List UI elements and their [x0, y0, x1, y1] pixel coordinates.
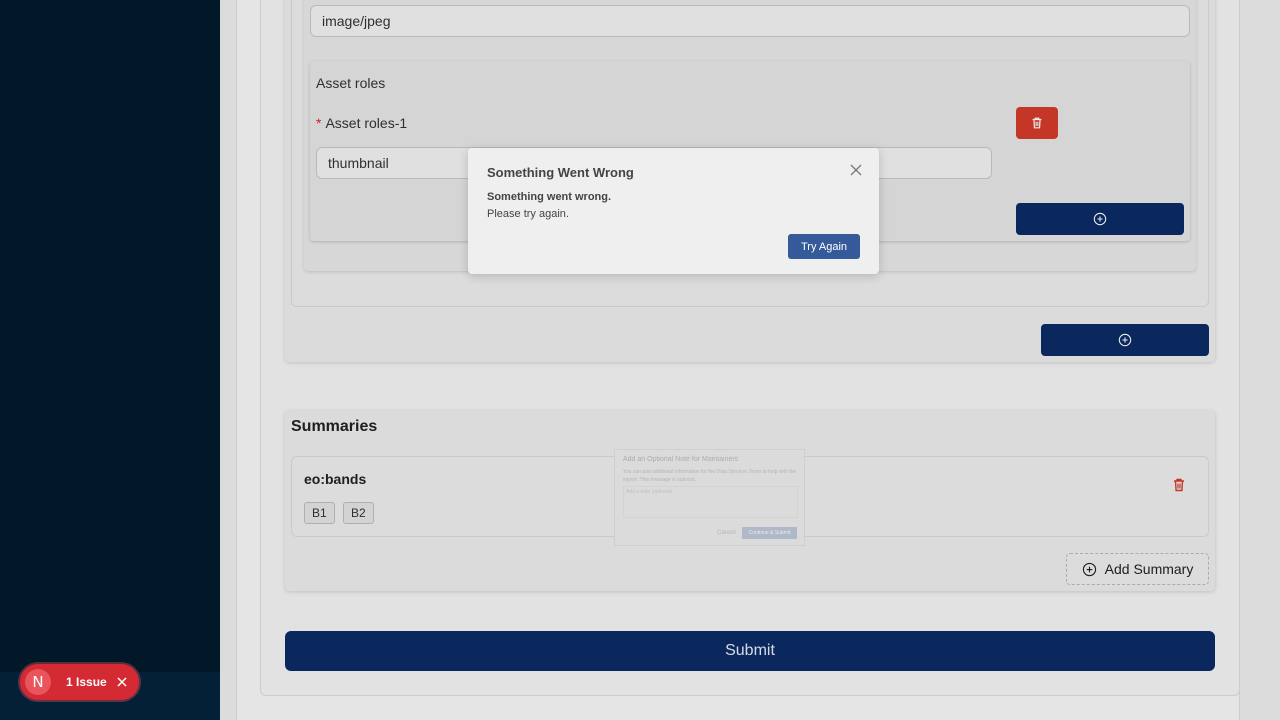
modal-overlay: [0, 0, 1280, 720]
try-again-button[interactable]: Try Again: [788, 234, 860, 259]
error-dialog: Something Went Wrong Something went wron…: [468, 148, 879, 274]
error-dialog-title: Something Went Wrong: [487, 165, 634, 180]
nextjs-logo-icon: N: [25, 669, 51, 695]
error-message-bold: Something went wrong.: [487, 191, 612, 203]
error-message: Please try again.: [487, 208, 569, 220]
close-icon[interactable]: [116, 676, 128, 688]
issues-count[interactable]: 1 Issue: [66, 675, 107, 689]
close-icon: [850, 164, 862, 176]
issues-badge[interactable]: N 1 Issue: [20, 664, 139, 700]
close-button[interactable]: [849, 163, 865, 179]
